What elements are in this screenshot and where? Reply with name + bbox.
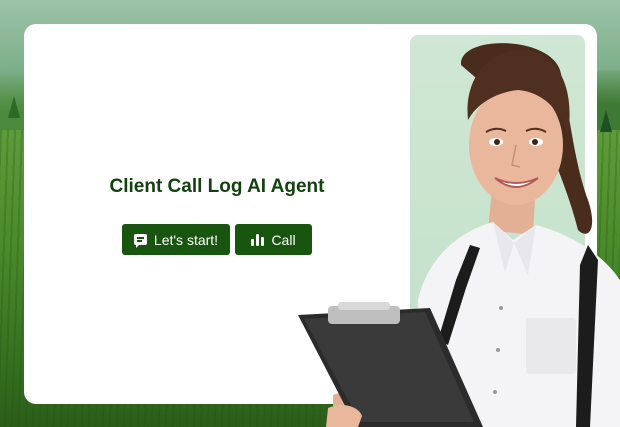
- background-tree: [8, 96, 20, 118]
- lets-start-label: Let's start!: [153, 231, 219, 248]
- call-label: Call: [271, 231, 296, 248]
- chat-icon: [133, 234, 147, 248]
- bar-chart-icon: [251, 233, 265, 246]
- agent-photo: [298, 43, 620, 427]
- lets-start-button[interactable]: Let's start!: [122, 224, 230, 255]
